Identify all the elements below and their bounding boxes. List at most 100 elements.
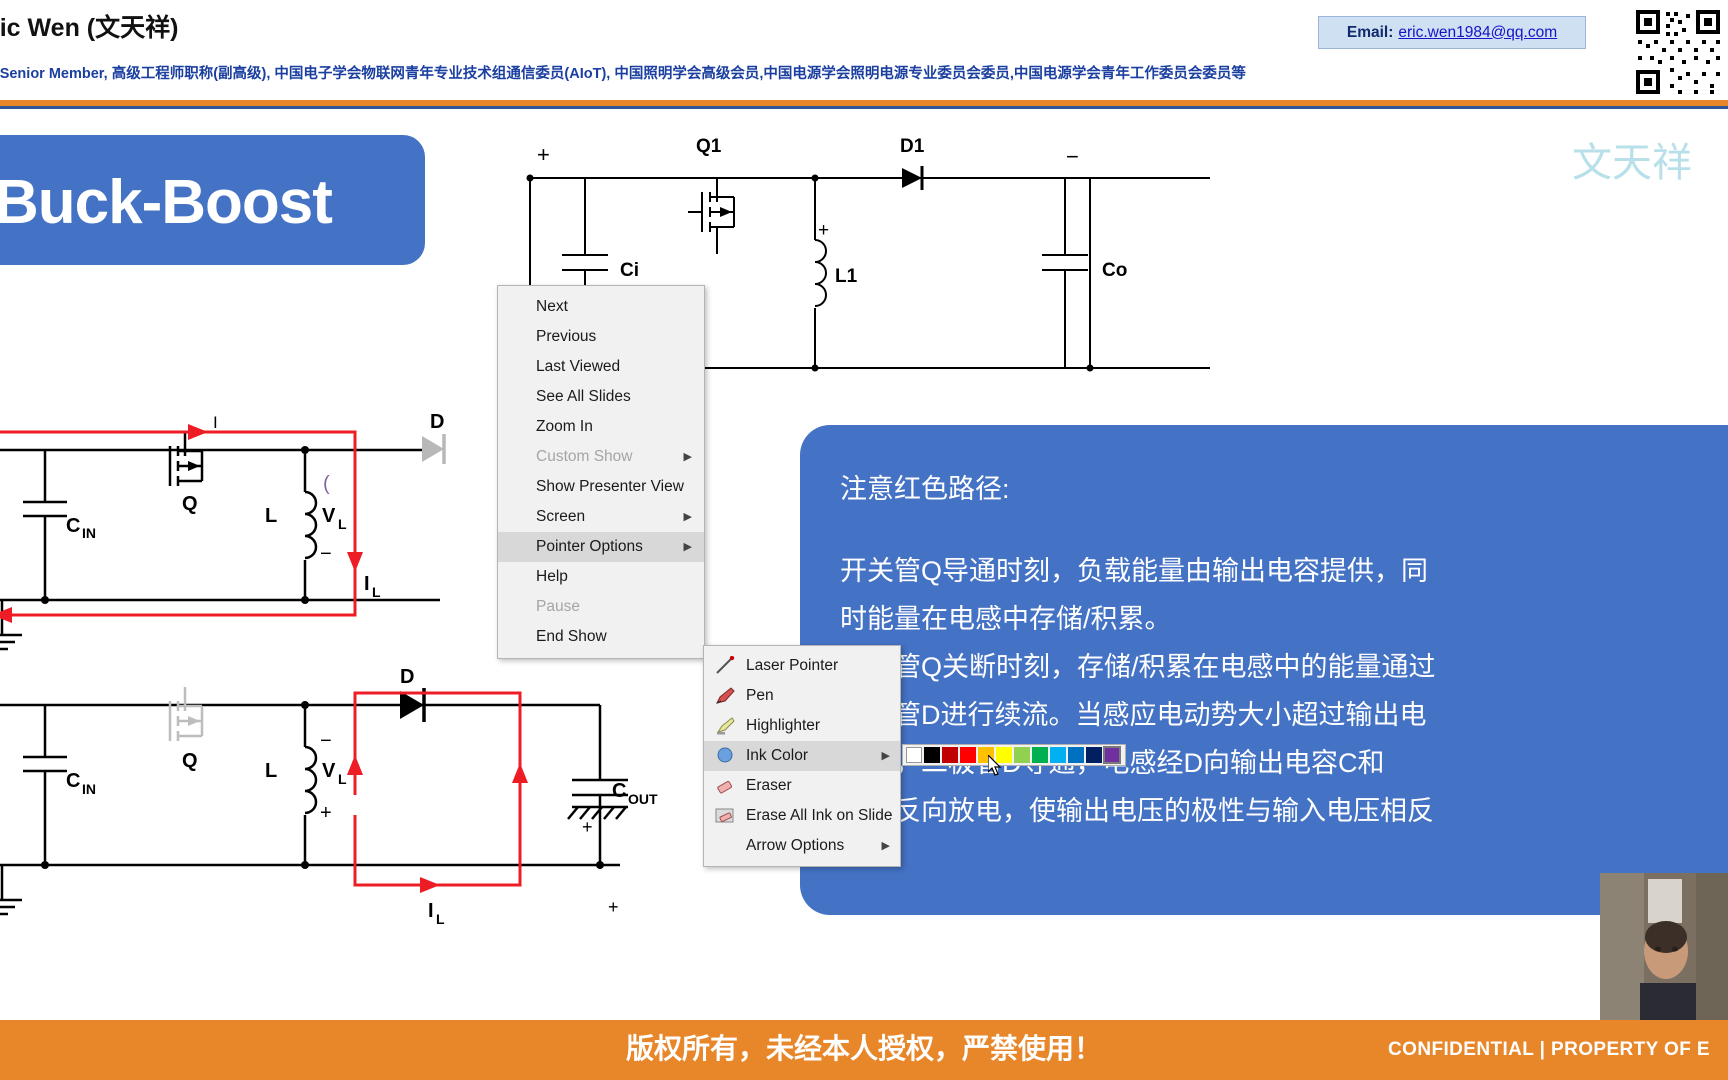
pointer-options-submenu[interactable]: Laser Pointer Pen Highlighter Ink Color …: [703, 645, 901, 867]
label-current-i: I: [213, 413, 218, 432]
explanation-line-2: 开关管Q导通时刻，负载能量由输出电容提供，同: [840, 556, 1429, 586]
label-q: Q: [182, 493, 198, 515]
submenu-item-arrow-options[interactable]: Arrow Options ▶: [704, 831, 900, 861]
menu-item-custom-show: Custom Show ▶: [498, 442, 704, 472]
svg-text:C: C: [612, 780, 626, 802]
qr-code-top: [1632, 6, 1724, 98]
submenu-item-laser-pointer[interactable]: Laser Pointer: [704, 651, 900, 681]
explanation-line-5: 二极管D进行续流。当感应电动势大小超过输出电: [840, 700, 1427, 730]
eraser-icon: [714, 776, 736, 796]
diode-symbol-gray: [422, 434, 446, 464]
ink-swatch-7[interactable]: [1032, 747, 1048, 763]
mosfet-body-diode-arrow: [720, 207, 732, 217]
label-d: D: [430, 411, 444, 433]
ink-swatch-1[interactable]: [924, 747, 940, 763]
ink-color-palette[interactable]: [902, 744, 1126, 766]
svg-text:C: C: [66, 770, 80, 792]
submenu-item-highlighter[interactable]: Highlighter: [704, 711, 900, 741]
label-polarity-plus: (: [323, 473, 330, 495]
ink-swatch-3[interactable]: [960, 747, 976, 763]
laser-pointer-icon: [714, 656, 736, 676]
menu-item-zoom-in[interactable]: Zoom In: [498, 412, 704, 442]
svg-text:−: −: [608, 917, 619, 925]
svg-text:L: L: [338, 516, 347, 532]
menu-item-previous[interactable]: Previous: [498, 322, 704, 352]
page-footer: 版权所有，未经本人授权，严禁使用！ CONFIDENTIAL | PROPERT…: [0, 1020, 1728, 1080]
mosfet-symbol-q: [168, 432, 204, 486]
load-symbol: [567, 805, 628, 820]
pen-icon: [714, 686, 736, 706]
submenu-item-pen[interactable]: Pen: [704, 681, 900, 711]
presenter-name: ric Wen (文天祥): [0, 14, 179, 42]
svg-text:+: +: [320, 802, 332, 824]
menu-item-pointer-options[interactable]: Pointer Options ▶: [498, 532, 704, 562]
inductor-symbol-off: [304, 745, 318, 815]
label-polarity-minus: −: [320, 543, 332, 565]
ink-swatch-11[interactable]: [1103, 746, 1121, 764]
chevron-right-icon: ▶: [881, 750, 890, 762]
ink-swatch-2[interactable]: [942, 747, 958, 763]
label-l1: L1: [835, 266, 858, 287]
ground-symbol: [0, 600, 22, 651]
menu-item-see-all-slides[interactable]: See All Slides: [498, 382, 704, 412]
menu-item-pause: Pause: [536, 598, 580, 615]
explanation-box: 注意红色路径: 开关管Q导通时刻，负载能量由输出电容提供，同 时能量在电感中存储…: [800, 425, 1728, 915]
diode-symbol-d1: [902, 166, 924, 190]
explanation-line-7: 负载反向放电，使输出电压的极性与输入电压相反: [840, 796, 1434, 826]
menu-item-end-show[interactable]: End Show: [498, 622, 704, 652]
email-box: Email: eric.wen1984@qq.com: [1318, 16, 1586, 49]
header-divider-blue: [0, 106, 1728, 109]
svg-text:D: D: [400, 666, 414, 688]
mosfet-symbol-q1: [701, 178, 735, 250]
webcam-overlay: [1600, 873, 1728, 1020]
email-link[interactable]: eric.wen1984@qq.com: [1398, 24, 1557, 42]
menu-item-next[interactable]: Next: [498, 292, 704, 322]
page-header: ric Wen (文天祥) E Senior Member, 高级工程师职称(副…: [0, 0, 1728, 200]
chevron-right-icon: ▶: [683, 451, 692, 463]
submenu-item-erase-all-ink[interactable]: Erase All Ink on Slide: [704, 801, 900, 831]
label-plus-in: +: [537, 142, 550, 167]
ink-swatch-0[interactable]: [906, 747, 922, 763]
watermark: 文天祥: [1572, 140, 1692, 185]
menu-item-show-presenter-view[interactable]: Show Presenter View: [498, 472, 704, 502]
svg-text:L: L: [265, 760, 277, 782]
ink-swatch-6[interactable]: [1014, 747, 1030, 763]
label-vl: V: [322, 505, 336, 527]
explanation-line-0: 注意红色路径:: [840, 474, 1010, 504]
slideshow-context-menu[interactable]: Next Previous Last Viewed See All Slides…: [497, 285, 705, 659]
chevron-right-icon: ▶: [683, 511, 692, 523]
label-minus-out: −: [1066, 144, 1079, 169]
menu-item-help[interactable]: Help: [498, 562, 704, 592]
ink-swatch-8[interactable]: [1050, 747, 1066, 763]
svg-text:IN: IN: [82, 781, 96, 797]
menu-item-last-viewed[interactable]: Last Viewed: [498, 352, 704, 382]
svg-text:Q: Q: [182, 750, 198, 772]
presenter-credentials: E Senior Member, 高级工程师职称(副高级), 中国电子学会物联网…: [0, 66, 1246, 82]
inductor-symbol: [304, 490, 318, 560]
label-co: Co: [1102, 260, 1127, 281]
explanation-line-4: 开关管Q关断时刻，存储/积累在电感中的能量通过: [840, 652, 1436, 682]
mosfet-symbol-q-off: [168, 687, 204, 741]
submenu-item-eraser[interactable]: Eraser: [704, 771, 900, 801]
svg-text:I: I: [428, 900, 434, 922]
ink-color-icon: [714, 746, 736, 766]
footer-confidential: CONFIDENTIAL | PROPERTY OF E: [1388, 1039, 1710, 1060]
label-il: I: [364, 573, 370, 595]
label-cin: C: [66, 515, 80, 537]
ink-swatch-10[interactable]: [1086, 747, 1102, 763]
explanation-text: 注意红色路径: 开关管Q导通时刻，负载能量由输出电容提供，同 时能量在电感中存储…: [840, 465, 1728, 835]
highlighter-icon: [714, 716, 736, 736]
menu-item-screen[interactable]: Screen ▶: [498, 502, 704, 532]
explanation-line-3: 时能量在电感中存储/积累。: [840, 604, 1172, 634]
red-current-path-off: [353, 691, 522, 887]
ink-swatch-9[interactable]: [1068, 747, 1084, 763]
svg-text:V: V: [322, 760, 336, 782]
submenu-item-ink-color[interactable]: Ink Color ▶: [704, 741, 900, 771]
svg-text:+: +: [582, 817, 593, 837]
chevron-right-icon: ▶: [683, 541, 692, 553]
label-q1: Q1: [696, 136, 722, 157]
label-ci: Ci: [620, 260, 639, 281]
circuit-diagram-off-state: C IN Q L V L − + I L D C OUT + + −: [0, 666, 658, 925]
inductor-symbol-l1: [814, 239, 827, 307]
label-plus-l: +: [818, 220, 829, 241]
